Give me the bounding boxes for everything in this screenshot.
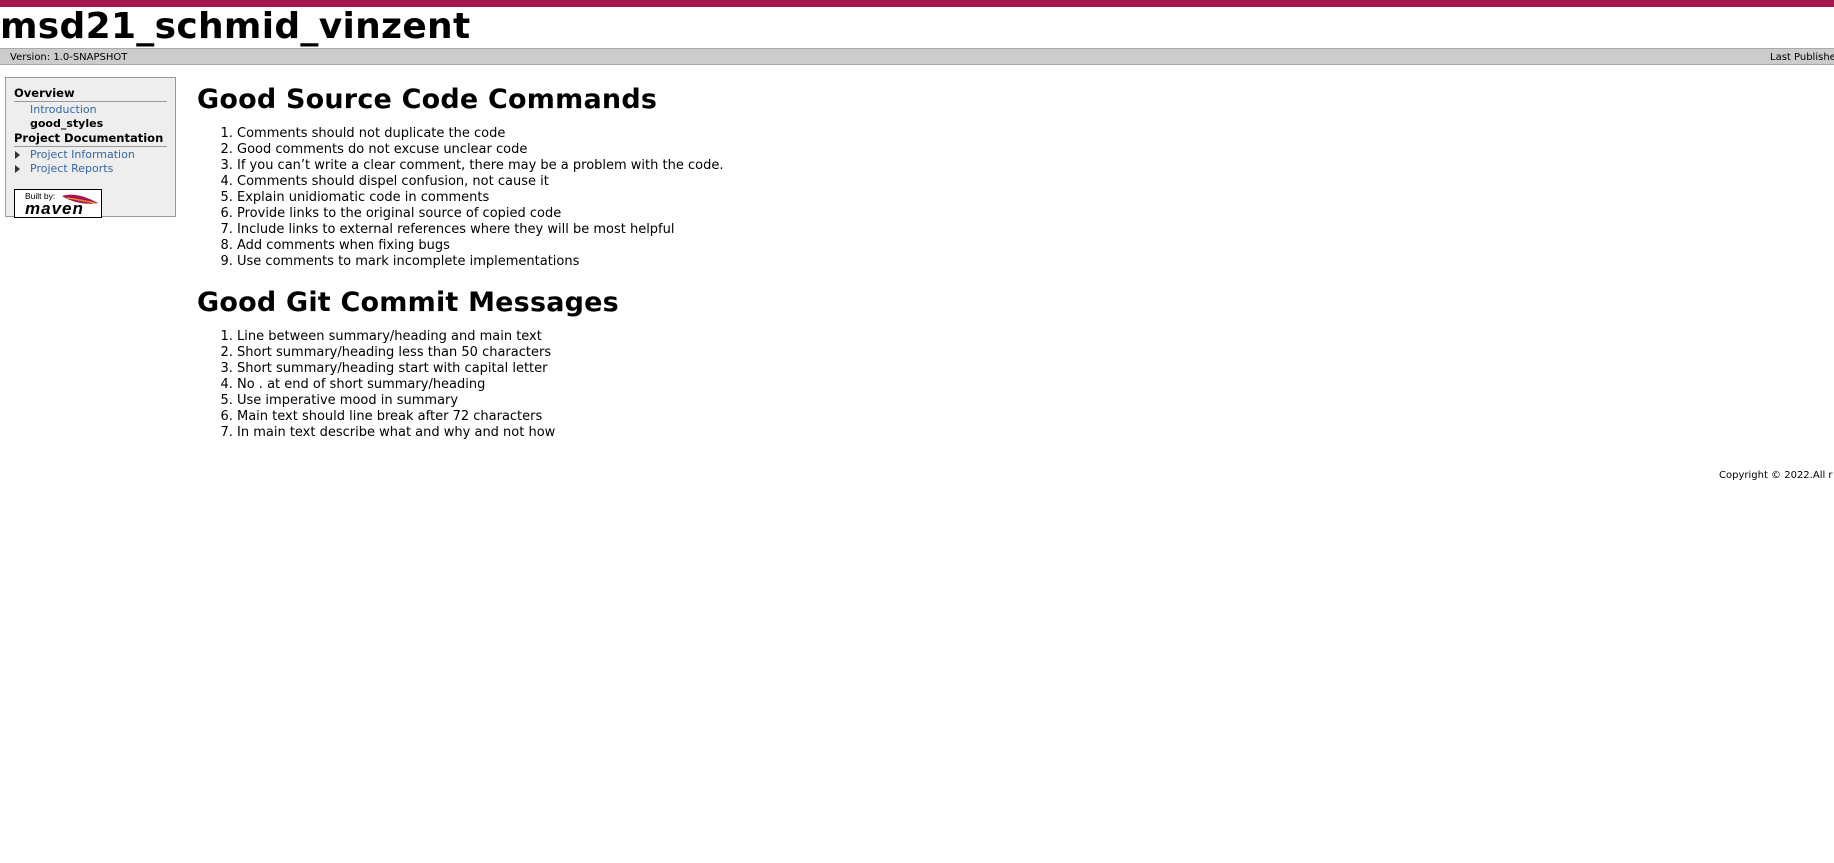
sidebar-item-label[interactable]: Project Reports bbox=[30, 162, 113, 175]
section-title: Good Source Code Commands bbox=[197, 84, 658, 115]
footer-copyright: Copyright © 2022.All r bbox=[1719, 470, 1833, 481]
list-item: Use imperative mood in summary bbox=[237, 393, 1697, 409]
list-item: If you can’t write a clear comment, ther… bbox=[237, 158, 1697, 174]
expand-arrow-icon[interactable] bbox=[15, 151, 20, 159]
list-item: Explain unidiomatic code in comments bbox=[237, 190, 1697, 206]
list-item: Use comments to mark incomplete implemen… bbox=[237, 254, 1697, 270]
sidebar-item-good-styles: good_styles bbox=[30, 116, 104, 130]
list-item: Short summary/heading less than 50 chara… bbox=[237, 345, 1697, 361]
maven-name: maven bbox=[25, 199, 84, 218]
list-item: Good comments do not excuse unclear code bbox=[237, 142, 1697, 158]
list-item: Line between summary/heading and main te… bbox=[237, 329, 1697, 345]
list-item: Include links to external references whe… bbox=[237, 222, 1697, 238]
main-content: Good Source Code Commands Comments shoul… bbox=[197, 82, 1697, 441]
list-item: Comments should not duplicate the code bbox=[237, 126, 1697, 142]
version-label: Version: 1.0-SNAPSHOT bbox=[10, 52, 128, 63]
sidebar-item-label[interactable]: Introduction bbox=[30, 103, 97, 116]
section-title: Good Git Commit Messages bbox=[197, 287, 619, 318]
sidebar: Overview Introduction good_styles Projec… bbox=[5, 77, 176, 218]
git-commit-list: Line between summary/heading and main te… bbox=[197, 329, 1697, 441]
page-title: msd21_schmid_vinzent bbox=[0, 6, 471, 47]
maven-logo[interactable]: Built by: maven bbox=[14, 189, 102, 218]
list-item: Main text should line break after 72 cha… bbox=[237, 409, 1697, 425]
sidebar-item-project-information[interactable]: Project Information bbox=[14, 148, 167, 162]
list-item: Short summary/heading start with capital… bbox=[237, 361, 1697, 377]
expand-arrow-icon[interactable] bbox=[15, 164, 20, 173]
sidebar-item-project-reports[interactable]: Project Reports bbox=[14, 162, 167, 176]
banner: msd21_schmid_vinzent bbox=[0, 7, 1834, 48]
source-code-list: Comments should not duplicate the codeGo… bbox=[197, 126, 1697, 270]
sidebar-item-introduction[interactable]: Introduction bbox=[14, 103, 167, 117]
sidebar-header-project-documentation: Project Documentation bbox=[14, 132, 167, 147]
list-item: In main text describe what and why and n… bbox=[237, 425, 1697, 441]
sidebar-item-label[interactable]: Project Information bbox=[30, 148, 135, 161]
breadcrumb: Version: 1.0-SNAPSHOT Last Publishe bbox=[0, 48, 1834, 65]
sidebar-header-overview: Overview bbox=[14, 87, 167, 102]
list-item: Comments should dispel confusion, not ca… bbox=[237, 174, 1697, 190]
list-item: Add comments when fixing bugs bbox=[237, 238, 1697, 254]
list-item: Provide links to the original source of … bbox=[237, 206, 1697, 222]
last-published-label: Last Publishe bbox=[1770, 52, 1834, 63]
list-item: No . at end of short summary/heading bbox=[237, 377, 1697, 393]
